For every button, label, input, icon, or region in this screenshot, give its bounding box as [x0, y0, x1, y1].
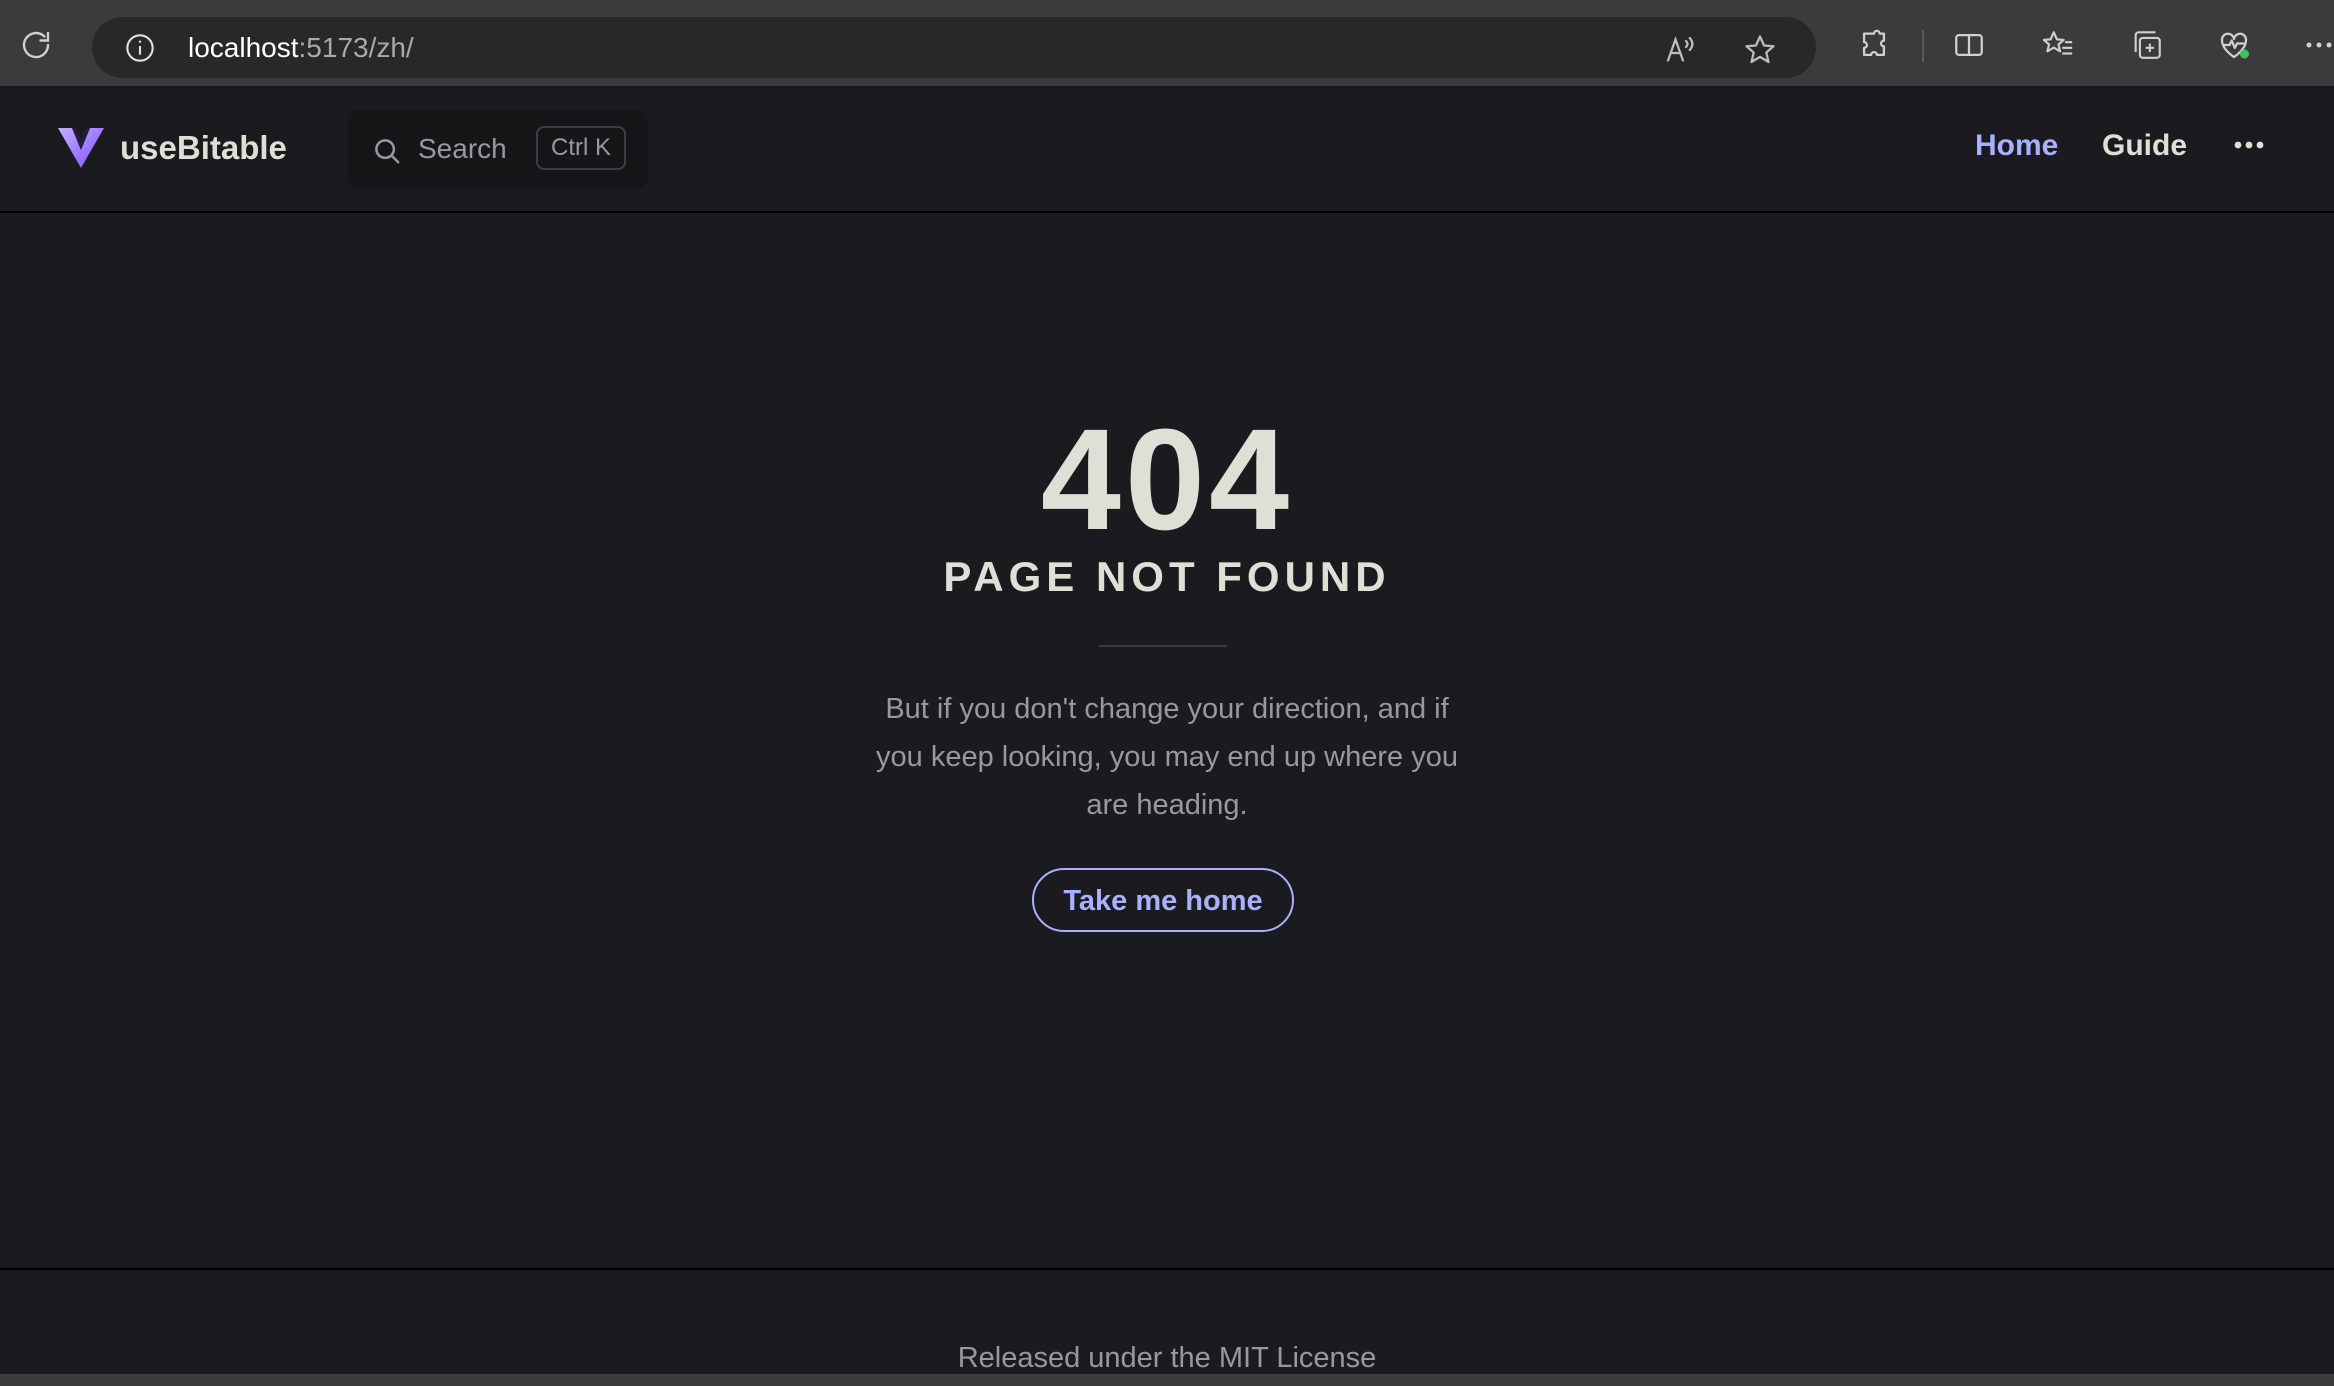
- error-code: 404: [1040, 399, 1294, 560]
- error-quote: But if you don't change your direction, …: [876, 693, 1458, 821]
- not-found-main: 404 PAGE NOT FOUND But if you don't chan…: [0, 215, 2334, 1268]
- browser-essentials-icon[interactable]: [2216, 27, 2252, 63]
- split-screen-icon[interactable]: [1951, 27, 1987, 63]
- url-text[interactable]: localhost:5173/zh/: [188, 31, 414, 65]
- error-title: PAGE NOT FOUND: [943, 553, 1391, 600]
- site-navbar: useBitable Search Ctrl K Home Guide: [0, 86, 2334, 213]
- take-me-home-button[interactable]: Take me home: [1032, 868, 1294, 932]
- divider: [1099, 645, 1227, 647]
- vite-logo-icon: [58, 128, 104, 168]
- url-host: localhost: [188, 32, 299, 63]
- footer-license: Released under the MIT License: [957, 1342, 1377, 1374]
- address-bar[interactable]: localhost:5173/zh/: [92, 17, 1816, 78]
- read-aloud-icon[interactable]: [1662, 32, 1698, 68]
- info-icon[interactable]: [124, 32, 156, 64]
- favorites-icon[interactable]: [2040, 27, 2076, 63]
- more-icon[interactable]: [2304, 27, 2334, 63]
- extensions-icon[interactable]: [1856, 27, 1892, 63]
- browser-toolbar: localhost:5173/zh/: [0, 0, 2334, 86]
- window-bottom-edge: [0, 1374, 2334, 1386]
- collections-icon[interactable]: [2129, 27, 2165, 63]
- search-icon: [375, 139, 400, 164]
- reload-icon[interactable]: [16, 25, 56, 65]
- site-footer: Released under the MIT License: [0, 1268, 2334, 1374]
- more-menu-icon[interactable]: [2230, 130, 2268, 160]
- search-button[interactable]: Search Ctrl K: [348, 110, 648, 188]
- toolbar-divider: [1922, 30, 1924, 62]
- search-shortcut-key: Ctrl K: [536, 126, 626, 170]
- brand-link[interactable]: useBitable: [56, 126, 287, 170]
- nav-link-home[interactable]: Home: [1975, 128, 2058, 164]
- search-label: Search: [418, 133, 507, 164]
- brand-title: useBitable: [120, 129, 287, 166]
- favorite-star-icon[interactable]: [1742, 32, 1778, 68]
- url-path: :5173/zh/: [298, 32, 414, 63]
- nav-link-guide[interactable]: Guide: [2102, 128, 2187, 164]
